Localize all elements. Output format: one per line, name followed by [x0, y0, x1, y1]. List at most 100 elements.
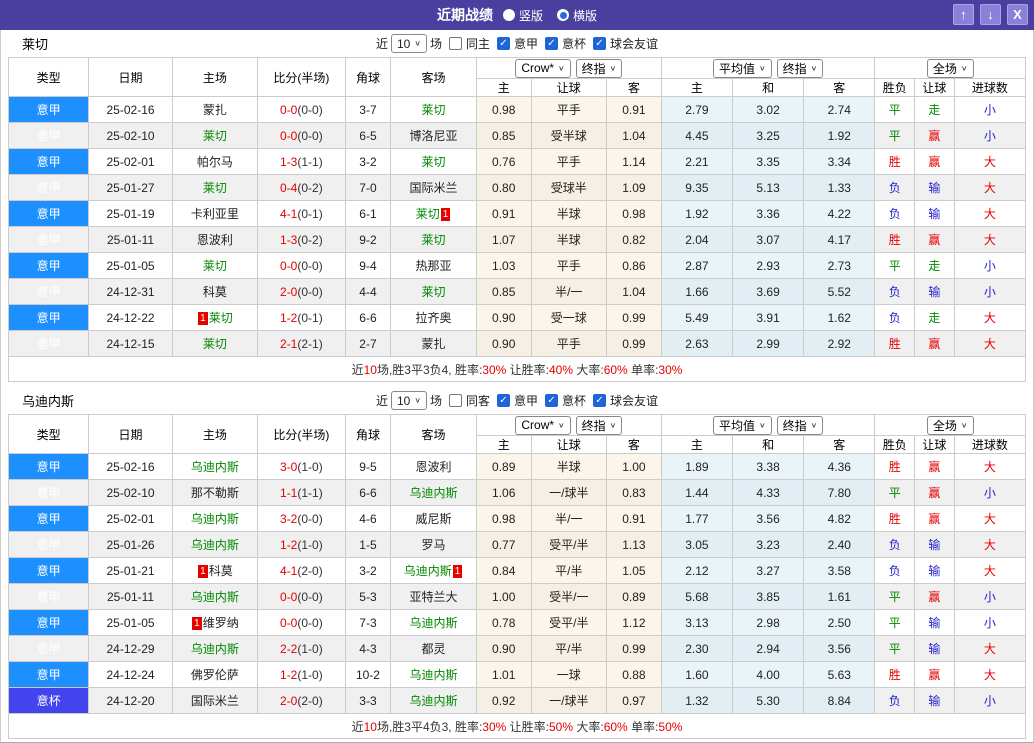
match-score: 4-1(2-0) [257, 557, 346, 584]
final-index-select[interactable]: 终指 ∨ [776, 415, 824, 435]
corner-score: 6-6 [344, 304, 392, 331]
home-team: 蒙扎 [171, 96, 259, 123]
avg-draw: 2.94 [732, 635, 805, 662]
move-up-button[interactable]: ↑ [953, 4, 974, 25]
home-team: 1 莱切 [171, 304, 259, 331]
results-table-body: 意甲 25-02-16 蒙扎 0-0(0-0) 3-7 莱切 0.98 平手 0.91 2.79 3… [7, 96, 1027, 357]
fulltime-select[interactable]: 全场 ∨ [926, 415, 974, 435]
away-team: 莱切 1 [390, 200, 477, 227]
handicap: 半/一 [530, 505, 607, 532]
result-goals: 大 [953, 453, 1027, 480]
fulltime-select[interactable]: 全场 ∨ [926, 58, 974, 78]
away-team: 莱切 [390, 278, 477, 305]
handicap: 受平/半 [530, 609, 607, 636]
result-handicap: 赢 [914, 122, 955, 149]
result-wdl: 胜 [874, 330, 916, 357]
corner-score: 4-3 [344, 635, 392, 662]
result-wdl: 负 [874, 304, 916, 331]
avg-away: 2.73 [803, 252, 876, 279]
serie-a-checkbox[interactable]: ✓ [496, 37, 510, 50]
radio-vertical-icon[interactable] [502, 9, 515, 21]
arrow-up-icon: ↑ [960, 7, 967, 22]
radio-horizontal[interactable]: 横版 [557, 7, 597, 24]
col-corner: 角球 [344, 57, 392, 97]
result-wdl: 负 [874, 278, 916, 305]
match-row: 意甲 24-12-29 乌迪内斯 2-2(1-0) 4-3 都灵 0.90 平/半 0.99 2.… [7, 635, 1027, 662]
result-handicap: 走 [914, 304, 955, 331]
radio-horizontal-icon[interactable] [557, 9, 569, 21]
col-score: 比分(半场) [257, 414, 346, 454]
stats-summary: 近10场,胜3平3负4, 胜率:30% 让胜率:40% 大率:60% 单率:30… [8, 356, 1026, 382]
result-goals: 小 [953, 609, 1027, 636]
average-select[interactable]: 平均值 ∨ [713, 58, 772, 78]
result-goals: 大 [953, 148, 1027, 175]
coppa-checkbox[interactable]: ✓ [544, 37, 558, 50]
near-label: 近 [375, 37, 388, 51]
odds-home: 0.80 [475, 174, 532, 201]
average-select[interactable]: 平均值 ∨ [713, 415, 772, 435]
friendly-label: 球会友谊 [610, 37, 659, 51]
result-handicap: 赢 [914, 583, 955, 610]
handicap: 半球 [530, 226, 607, 253]
league-badge: 意甲 [7, 479, 90, 506]
avg-draw: 3.35 [732, 148, 805, 175]
friendly-checkbox[interactable]: ✓ [593, 394, 606, 407]
near-label: 近 [375, 394, 388, 408]
match-count-select[interactable]: 10 ∨ [390, 34, 427, 53]
coppa-checkbox[interactable]: ✓ [544, 394, 558, 407]
coppa-label: 意杯 [561, 37, 586, 51]
stats-summary: 近10场,胜3平4负3, 胜率:30% 让胜率:50% 大率:60% 单率:50… [8, 713, 1026, 739]
match-date: 25-01-11 [88, 583, 173, 610]
handicap: 受半球 [530, 122, 607, 149]
move-down-button[interactable]: ↓ [980, 4, 1001, 25]
match-date: 25-01-05 [88, 252, 173, 279]
corner-score: 5-3 [344, 583, 392, 610]
odds-home: 1.01 [475, 661, 532, 688]
corner-score: 9-2 [344, 226, 392, 253]
final-index-select[interactable]: 终指 ∨ [575, 58, 623, 78]
odds-home: 0.90 [475, 635, 532, 662]
odds-home: 1.00 [475, 583, 532, 610]
friendly-checkbox[interactable]: ✓ [593, 37, 606, 50]
result-wdl: 负 [874, 557, 916, 584]
bookmaker-select[interactable]: Crow* ∨ [515, 58, 571, 78]
result-wdl: 平 [874, 479, 916, 506]
avg-away: 4.82 [803, 505, 876, 532]
serie-a-checkbox[interactable]: ✓ [496, 394, 510, 407]
home-team: 1 科莫 [171, 557, 259, 584]
chevron-down-icon: ∨ [609, 63, 617, 72]
results-table: 类型 日期 主场 比分(半场) 角球 客场 Crow* ∨ 终指 ∨ 平均值 ∨ 终指… [7, 57, 1027, 382]
odds-away: 0.99 [605, 635, 662, 662]
away-team: 拉齐奥 [390, 304, 477, 331]
league-badge: 意甲 [7, 609, 90, 636]
odds-home: 0.84 [475, 557, 532, 584]
avg-home: 4.45 [660, 122, 734, 149]
handicap: 平手 [530, 252, 607, 279]
avg-home: 1.60 [660, 661, 734, 688]
same-away-checkbox[interactable] [448, 394, 462, 407]
odds-home: 0.77 [475, 531, 532, 558]
avg-home: 2.12 [660, 557, 734, 584]
away-team: 恩波利 [390, 453, 477, 480]
league-badge: 意甲 [7, 252, 90, 279]
away-team: 莱切 [390, 148, 477, 175]
chevron-down-icon: ∨ [810, 63, 818, 72]
col-date: 日期 [88, 57, 173, 97]
avg-away: 3.56 [803, 635, 876, 662]
match-score: 0-0(0-0) [257, 96, 346, 123]
match-score: 1-2(1-0) [257, 661, 346, 688]
close-button[interactable]: X [1007, 4, 1028, 25]
result-wdl: 平 [874, 635, 916, 662]
same-home-checkbox[interactable] [448, 37, 462, 50]
final-index-select[interactable]: 终指 ∨ [575, 415, 623, 435]
corner-score: 9-4 [344, 252, 392, 279]
games-label: 场 [429, 37, 442, 51]
result-goals: 小 [953, 583, 1027, 610]
bookmaker-select[interactable]: Crow* ∨ [515, 415, 571, 435]
league-badge: 意甲 [7, 278, 90, 305]
match-count-select[interactable]: 10 ∨ [390, 391, 427, 410]
final-index-select[interactable]: 终指 ∨ [776, 58, 824, 78]
match-score: 2-2(1-0) [257, 635, 346, 662]
radio-vertical[interactable]: 竖版 [502, 7, 543, 24]
result-handicap: 输 [914, 531, 955, 558]
